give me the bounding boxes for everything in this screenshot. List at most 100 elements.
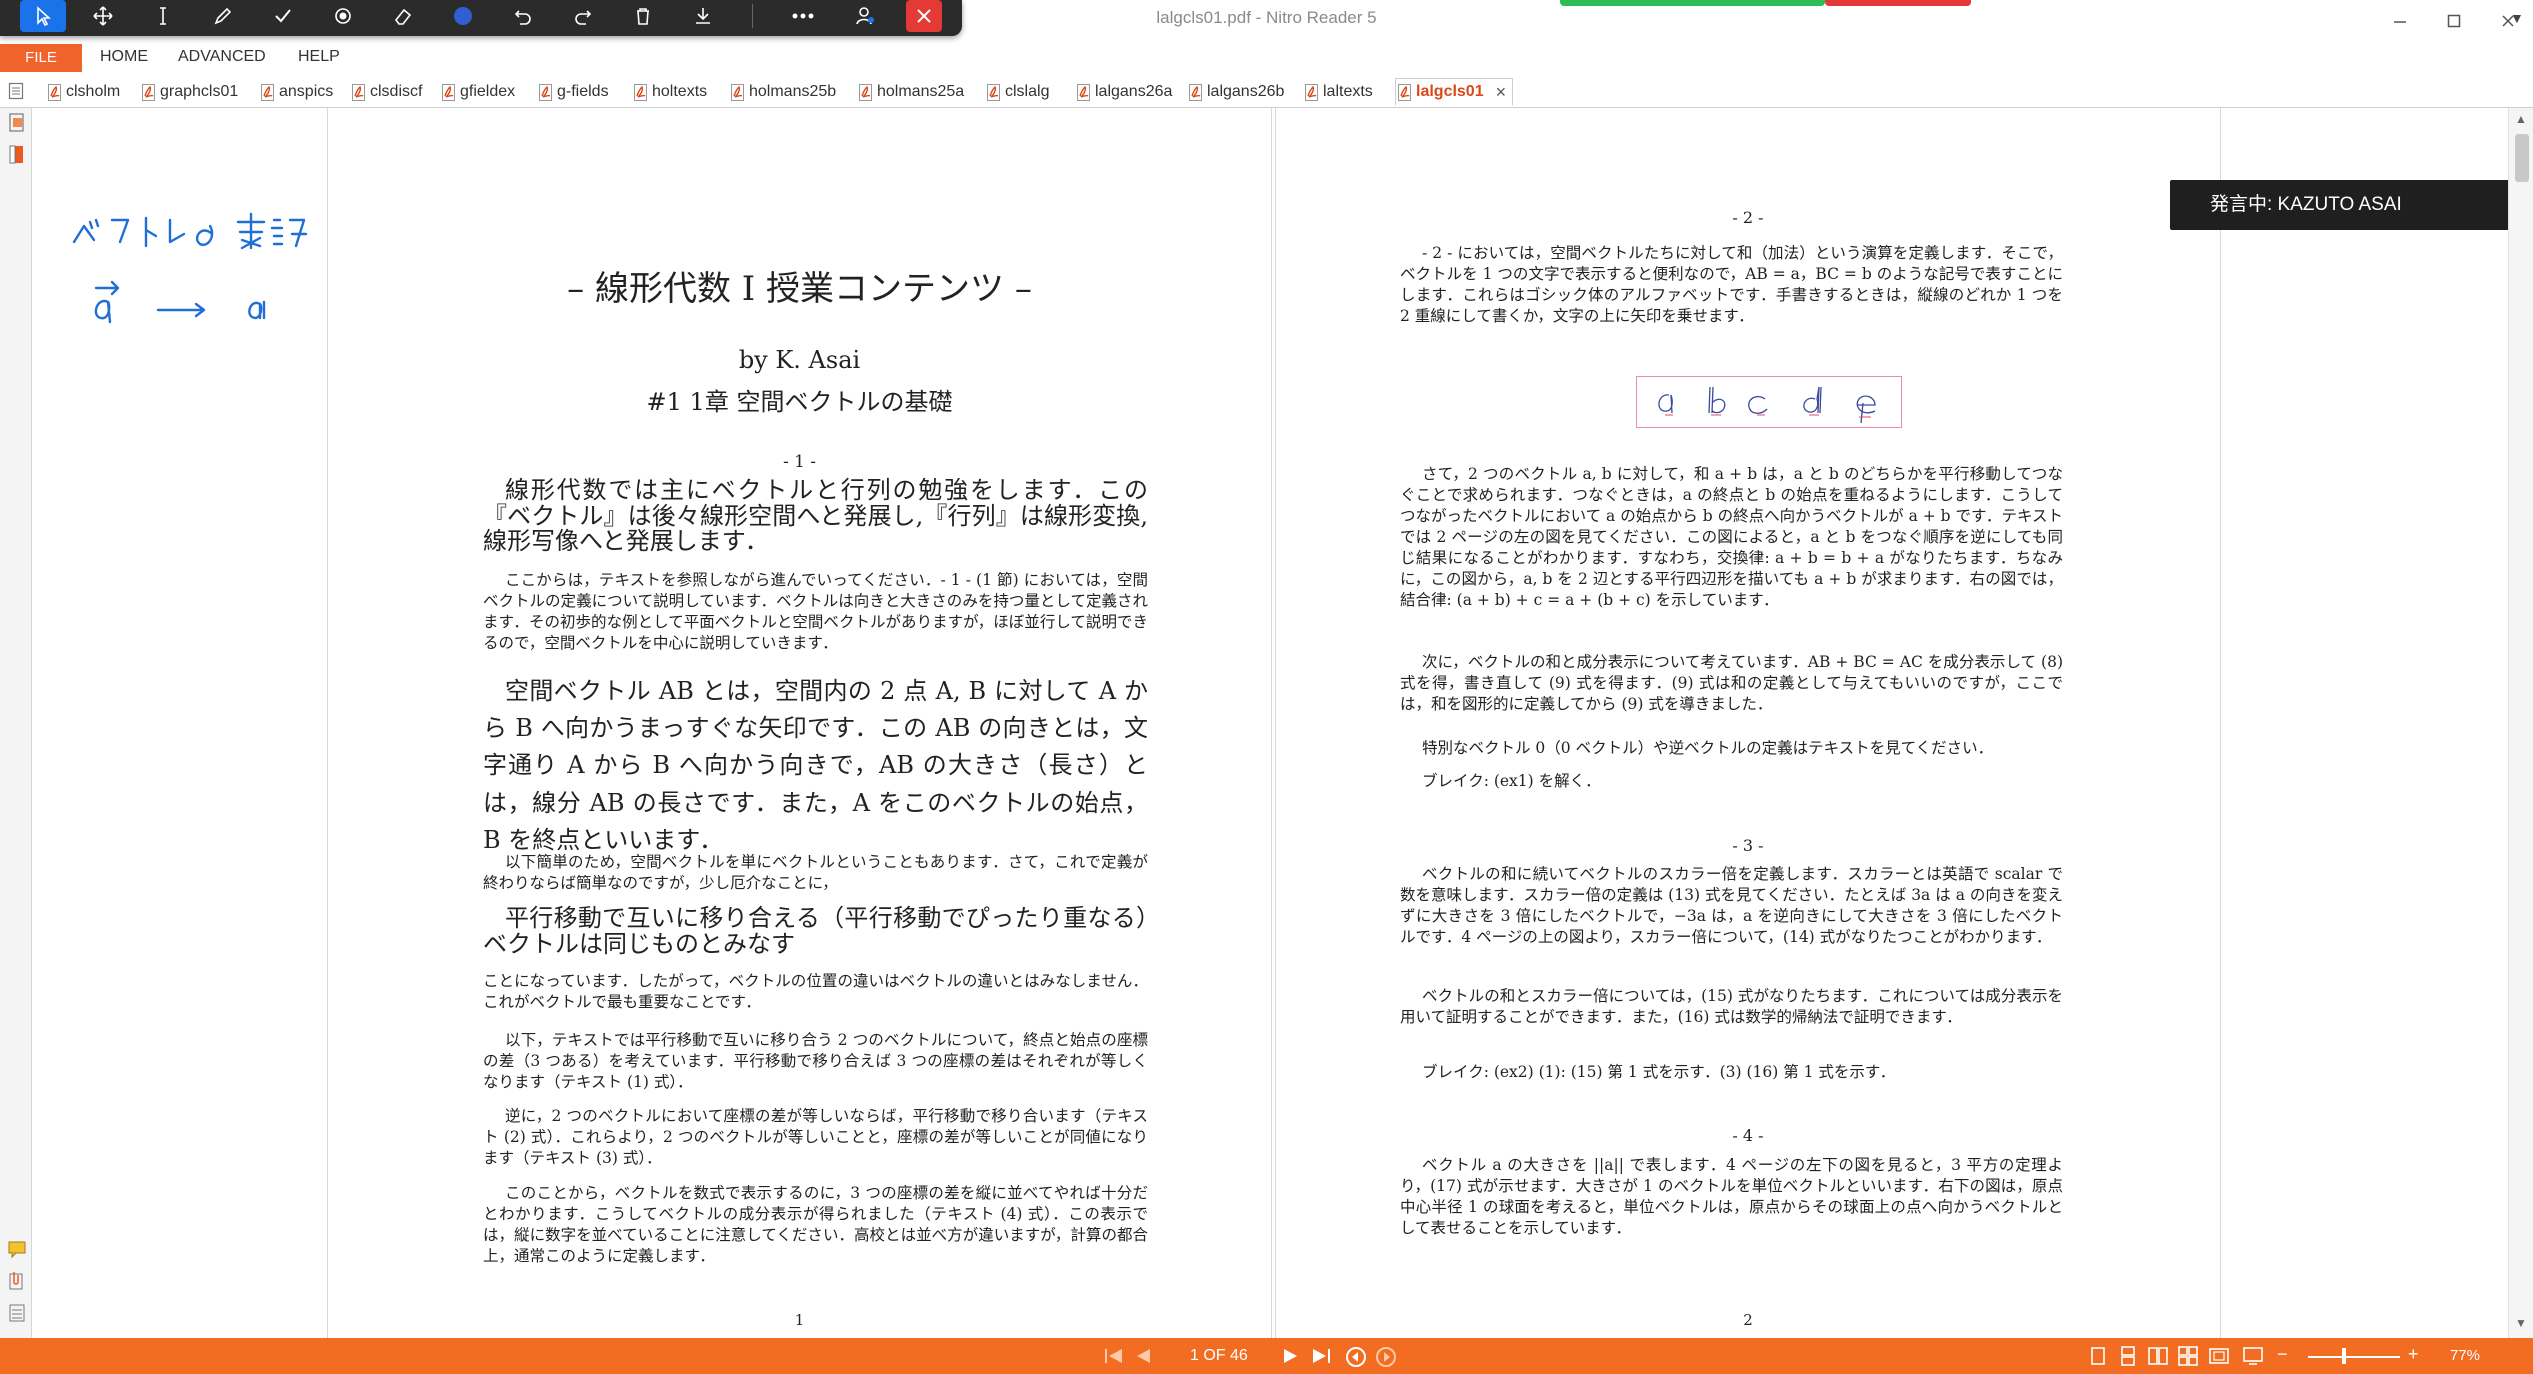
last-page-icon[interactable] xyxy=(1310,1346,1334,1366)
toolbar-divider xyxy=(752,4,753,28)
tab-holmans25b[interactable]: holmans25b xyxy=(729,78,836,106)
cursor-icon xyxy=(37,6,52,27)
paragraph: 特別なベクトル 0（0 ベクトル）や逆ベクトルの定義はテキストを見てください． xyxy=(1422,739,1994,757)
vertical-scrollbar[interactable]: ▲ ▼ xyxy=(2508,108,2533,1338)
paragraph: 線形代数では主にベクトルと行列の勉強をします．この『ベクトル』は後々線形空間へと… xyxy=(483,476,1148,556)
paragraph: ベクトルの和に続いてベクトルのスカラー倍を定義します．スカラーとは英語で sca… xyxy=(1400,865,2063,947)
paragraph: ベクトルの和とスカラー倍については，(15) 式がなりたちます．これについては成… xyxy=(1400,987,2063,1027)
single-page-view-icon[interactable] xyxy=(2088,1346,2108,1366)
paragraph: ブレイク: (ex2) (1): (15) 第 1 式を示す．(3) (16) … xyxy=(1422,1063,1896,1081)
tab-g-fields[interactable]: g-fields xyxy=(537,78,609,106)
zoom-level[interactable]: 77% xyxy=(2450,1347,2480,1364)
tab-label: graphcls01 xyxy=(160,83,239,100)
zoom-slider[interactable] xyxy=(2308,1356,2400,1358)
undo-button[interactable] xyxy=(500,0,546,32)
more-options-button[interactable] xyxy=(780,0,826,32)
pages-panel-icon[interactable] xyxy=(6,112,28,134)
pointer-tool-button[interactable] xyxy=(20,0,66,32)
previous-view-icon[interactable] xyxy=(1345,1346,1367,1368)
save-ink-button[interactable] xyxy=(680,0,726,32)
pen-tool-button[interactable] xyxy=(200,0,246,32)
paragraph: ことになっています．したがって，ベクトルの位置の違いはベクトルの違いとはみなしま… xyxy=(483,972,1148,1012)
zoom-out-button[interactable]: − xyxy=(2277,1344,2288,1365)
scroll-up-icon[interactable]: ▲ xyxy=(2515,112,2527,126)
text-cursor-icon xyxy=(160,7,166,25)
section-number: - 3 - xyxy=(1732,836,1764,855)
paragraph: - 2 - においては，空間ベクトルたちに対して和（加法）という演算を定義します… xyxy=(1400,244,2063,326)
menu-file[interactable]: FILE xyxy=(0,44,82,72)
fit-width-icon[interactable] xyxy=(2208,1346,2230,1366)
meeting-status-bar[interactable] xyxy=(1560,0,1825,6)
tab-label: lalgans26a xyxy=(1095,83,1173,100)
paragraph: 以下，テキストでは平行移動で互いに移り合う 2 つのベクトルについて，終点と始点… xyxy=(483,1031,1148,1092)
previous-page-icon[interactable] xyxy=(1134,1346,1154,1366)
tab-clsholm[interactable]: clsholm xyxy=(46,78,120,106)
attachments-panel-icon[interactable] xyxy=(6,1270,28,1292)
tab-holmans25a[interactable]: holmans25a xyxy=(857,78,964,106)
pdf-file-icon xyxy=(1077,83,1090,101)
scroll-down-icon[interactable]: ▼ xyxy=(2515,1316,2527,1330)
redo-button[interactable] xyxy=(560,0,606,32)
section-number: - 2 - xyxy=(1732,208,1764,227)
tab-clsdiscf[interactable]: clsdiscf xyxy=(350,78,422,106)
next-view-icon[interactable] xyxy=(1375,1346,1397,1368)
comments-panel-icon[interactable] xyxy=(6,1238,28,1260)
tab-holtexts[interactable]: holtexts xyxy=(632,78,707,106)
scrollbar-thumb[interactable] xyxy=(2515,134,2529,182)
continuous-view-icon[interactable] xyxy=(2118,1346,2138,1366)
handwritten-letters-figure xyxy=(1636,376,1902,428)
menu-home[interactable]: HOME xyxy=(100,48,148,66)
minimize-button[interactable] xyxy=(2378,4,2422,40)
continuous-facing-view-icon[interactable] xyxy=(2178,1346,2198,1366)
presenter-button[interactable] xyxy=(842,0,888,32)
document-list-icon[interactable] xyxy=(8,82,24,100)
tab-graphcls01[interactable]: graphcls01 xyxy=(140,78,238,106)
menu-advanced[interactable]: ADVANCED xyxy=(178,48,266,66)
page-number: 2 xyxy=(1743,1311,1753,1329)
chapter-heading: #1 1章 空間ベクトルの基礎 xyxy=(646,388,953,416)
highlighter-tool-button[interactable] xyxy=(320,0,366,32)
fit-page-icon[interactable] xyxy=(2242,1346,2264,1366)
check-tool-button[interactable] xyxy=(260,0,306,32)
bookmarks-panel-icon[interactable] xyxy=(6,144,28,166)
eraser-tool-button[interactable] xyxy=(380,0,426,32)
zoom-in-button[interactable]: + xyxy=(2408,1344,2419,1365)
page-indicator[interactable]: 1 OF 46 xyxy=(1190,1347,1248,1365)
tab-laltexts[interactable]: laltexts xyxy=(1303,78,1373,106)
close-tab-icon[interactable]: × xyxy=(1496,82,1507,103)
zoom-slider-thumb[interactable] xyxy=(2342,1348,2346,1364)
paragraph: 平行移動で互いに移り合える（平行移動でぴったり重なる）ベクトルは同じものとみなす xyxy=(483,904,1148,958)
tab-label: gfieldex xyxy=(460,83,516,100)
pdf-page-1[interactable]: – 線形代数 I 授業コンテンツ – by K. Asai #1 1章 空間ベク… xyxy=(327,108,1272,1338)
close-toolbar-button[interactable] xyxy=(906,0,942,32)
tab-anspics[interactable]: anspics xyxy=(259,78,333,106)
pdf-file-icon xyxy=(731,83,744,101)
facing-view-icon[interactable] xyxy=(2148,1346,2168,1366)
pdf-page-2[interactable]: - 2 - - 2 - においては，空間ベクトルたちに対して和（加法）という演算… xyxy=(1275,108,2221,1338)
first-page-icon[interactable] xyxy=(1102,1346,1126,1366)
paragraph: 次に，ベクトルの和と成分表示について考えています．AB + BC = AC を成… xyxy=(1400,653,2063,714)
chevron-down-icon[interactable]: ▼ xyxy=(2510,10,2524,26)
clear-button[interactable] xyxy=(620,0,666,32)
pan-tool-button[interactable] xyxy=(80,0,126,32)
handwritten-vector-letters xyxy=(1658,386,1876,424)
menu-help[interactable]: HELP xyxy=(298,48,340,66)
tab-lalgcls01[interactable]: lalgcls01 × xyxy=(1395,78,1514,106)
maximize-button[interactable] xyxy=(2432,4,2476,40)
layers-panel-icon[interactable] xyxy=(6,1302,28,1324)
tab-label: clsdiscf xyxy=(370,83,423,100)
color-picker-button[interactable] xyxy=(440,0,486,32)
tab-gfieldex[interactable]: gfieldex xyxy=(440,78,515,106)
pdf-file-icon xyxy=(1305,83,1318,101)
tab-label: g-fields xyxy=(557,83,609,100)
next-page-icon[interactable] xyxy=(1280,1346,1300,1366)
text-tool-button[interactable] xyxy=(140,0,186,32)
meeting-leave-bar[interactable] xyxy=(1825,0,1971,6)
pdf-file-icon xyxy=(987,83,1000,101)
section-number: - 1 - xyxy=(782,452,817,472)
tab-clslalg[interactable]: clslalg xyxy=(985,78,1049,106)
tab-lalgans26b[interactable]: lalgans26b xyxy=(1187,78,1284,106)
tab-lalgans26a[interactable]: lalgans26a xyxy=(1075,78,1172,106)
pdf-file-icon xyxy=(1398,83,1411,101)
close-icon xyxy=(917,9,931,23)
